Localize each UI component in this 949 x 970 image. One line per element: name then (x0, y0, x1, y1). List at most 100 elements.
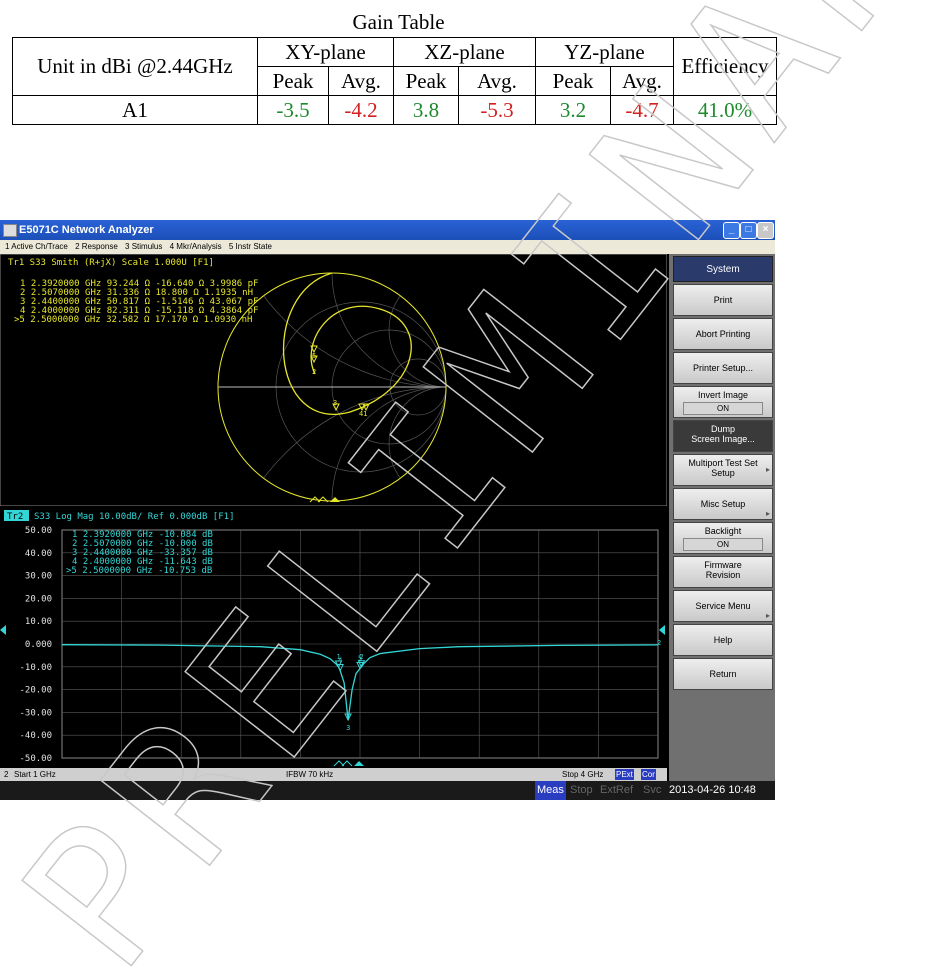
pext-badge: PExt (615, 769, 634, 780)
logmag-y-tick-label: 0.000 (25, 640, 52, 650)
extref-indicator: ExtRef (600, 784, 634, 796)
restore-icon[interactable]: □ (740, 222, 757, 239)
backlight-label: Backlight (704, 526, 742, 536)
smith-tag-5: 5 (312, 352, 316, 360)
dump-label-2: Screen Image... (691, 434, 755, 444)
softkey-panel: System Print Abort Printing Printer Setu… (669, 254, 775, 781)
timestamp: 2013-04-26 10:48 (669, 784, 756, 796)
smith-chart-panel[interactable]: Tr1 S33 Smith (R+jX) Scale 1.000U [F1] 1… (0, 253, 668, 507)
menu-item-active-ch[interactable]: 1 Active Ch/Trace (5, 242, 68, 251)
meas-indicator: Meas (535, 781, 566, 800)
multiport-setup-button[interactable]: Multiport Test Set Setup ▸ (673, 454, 773, 486)
logmag-y-tick-label: 10.00 (25, 617, 52, 627)
xy-avg-header: Avg. (328, 66, 394, 96)
menu-bar: 1 Active Ch/Trace 2 Response 3 Stimulus … (0, 240, 775, 254)
xy-avg-value: -4.2 (328, 95, 394, 125)
gain-table-title: Gain Table (352, 10, 445, 34)
row-name: A1 (12, 95, 258, 125)
xy-plane-header: XY-plane (257, 37, 394, 67)
cor-badge: Cor (641, 769, 656, 780)
smith-tag-41: 41 (359, 410, 367, 418)
return-button[interactable]: Return (673, 658, 773, 690)
xz-peak-value: 3.8 (393, 95, 459, 125)
printer-setup-button[interactable]: Printer Setup... (673, 352, 773, 384)
invert-image-label: Invert Image (697, 390, 749, 400)
smith-marker-5: >5 2.5000000 GHz 32.582 Ω 17.170 Ω 1.093… (14, 315, 252, 325)
service-menu-button[interactable]: Service Menu ▸ (673, 590, 773, 622)
logmag-y-tick-label: 40.00 (25, 549, 52, 559)
print-button[interactable]: Print (673, 284, 773, 316)
yz-peak-header: Peak (535, 66, 611, 96)
logmag-chart-panel[interactable]: Tr2 S33 Log Mag 10.00dB/ Ref 0.000dB [F1… (0, 508, 667, 768)
minimize-icon[interactable]: _ (723, 222, 740, 239)
gain-table: Unit in dBi @2.44GHz XY-plane XZ-plane Y… (12, 37, 777, 125)
smith-marker-readout: 1 2.3920000 GHz 93.244 Ω -16.640 Ω 3.998… (14, 279, 258, 325)
logmag-marker-5: >5 2.5000000 GHz -10.753 dB (66, 566, 212, 576)
chevron-right-icon: ▸ (765, 465, 770, 474)
multiport-label-2: Setup (711, 468, 735, 478)
efficiency-value: 41.0% (673, 95, 777, 125)
stop-freq[interactable]: Stop 4 GHz (562, 768, 603, 781)
yz-peak-value: 3.2 (535, 95, 611, 125)
stop-indicator: Stop (570, 784, 593, 796)
xz-plane-header: XZ-plane (393, 37, 536, 67)
instrument-status-bar: Meas Stop ExtRef Svc 2013-04-26 10:48 (0, 781, 775, 800)
printer-setup-label: Printer Setup... (692, 363, 754, 373)
dump-screen-button[interactable]: Dump Screen Image... (673, 420, 773, 452)
yz-plane-header: YZ-plane (535, 37, 674, 67)
start-freq[interactable]: Start 1 GHz (14, 768, 56, 781)
logmag-y-tick-label: -20.00 (19, 686, 52, 696)
logmag-ref-tag: 2 (657, 639, 661, 647)
unit-header: Unit in dBi @2.44GHz (12, 37, 258, 96)
invert-image-button[interactable]: Invert Image ON (673, 386, 773, 418)
help-button[interactable]: Help (673, 624, 773, 656)
smith-header: Tr1 S33 Smith (R+jX) Scale 1.000U [F1] (8, 258, 214, 268)
firmware-label-2: Revision (705, 570, 741, 580)
xz-avg-header: Avg. (458, 66, 536, 96)
logmag-marker-tag: 5 (358, 655, 362, 663)
close-icon[interactable]: × (757, 222, 774, 239)
abort-printing-button[interactable]: Abort Printing (673, 318, 773, 350)
logmag-y-tick-label: -30.00 (19, 708, 52, 718)
menu-item-stimulus[interactable]: 3 Stimulus (125, 242, 162, 251)
smith-chart-svg: Tr1 S33 Smith (R+jX) Scale 1.000U [F1] 1… (0, 253, 668, 507)
return-label: Return (709, 669, 737, 679)
logmag-header: S33 Log Mag 10.00dB/ Ref 0.000dB [F1] (34, 512, 234, 522)
yz-avg-header: Avg. (610, 66, 674, 96)
logmag-y-tick-label: 50.00 (25, 526, 52, 536)
logmag-y-tick-label: -10.00 (19, 663, 52, 673)
misc-setup-button[interactable]: Misc Setup ▸ (673, 488, 773, 520)
menu-item-mkr-analysis[interactable]: 4 Mkr/Analysis (170, 242, 222, 251)
xy-peak-header: Peak (257, 66, 329, 96)
firmware-label-1: Firmware (704, 560, 742, 570)
ifbw[interactable]: IFBW 70 kHz (286, 768, 333, 781)
status-bar: 2 Start 1 GHz IFBW 70 kHz Stop 4 GHz PEx… (0, 768, 667, 781)
logmag-y-tick-label: -40.00 (19, 731, 52, 741)
logmag-marker-readout: 1 2.3920000 GHz -10.084 dB 2 2.5070000 G… (66, 530, 213, 576)
logmag-marker-tag: 3 (346, 724, 350, 732)
help-label: Help (713, 635, 733, 645)
channel-indicator: 2 (4, 770, 9, 779)
menu-item-response[interactable]: 2 Response (75, 242, 118, 251)
invert-image-value: ON (683, 402, 763, 415)
dump-label-1: Dump (710, 424, 735, 434)
softkey-header-system: System (673, 256, 773, 282)
svc-indicator: Svc (643, 784, 662, 796)
logmag-marker-tag: 4 (338, 657, 342, 665)
backlight-value: ON (683, 538, 763, 551)
yz-avg-value: -4.7 (610, 95, 674, 125)
logmag-y-tick-label: 20.00 (25, 594, 52, 604)
logmag-chart-svg: Tr2 S33 Log Mag 10.00dB/ Ref 0.000dB [F1… (0, 508, 667, 768)
trace-2-tag: Tr2 (7, 512, 23, 522)
logmag-y-tick-label: 30.00 (25, 572, 52, 582)
misc-setup-label: Misc Setup (700, 499, 746, 509)
smith-tag-2: 2 (312, 368, 316, 376)
service-menu-label: Service Menu (695, 601, 751, 611)
firmware-revision-button[interactable]: Firmware Revision (673, 556, 773, 588)
efficiency-header: Efficiency (673, 37, 777, 96)
analyzer-window: E5071C Network Analyzer _ □ × 1 Active C… (0, 220, 775, 800)
menu-item-instr-state[interactable]: 5 Instr State (229, 242, 272, 251)
smith-tag-3: 3 (333, 399, 337, 407)
backlight-button[interactable]: Backlight ON (673, 522, 773, 554)
print-label: Print (713, 295, 733, 305)
